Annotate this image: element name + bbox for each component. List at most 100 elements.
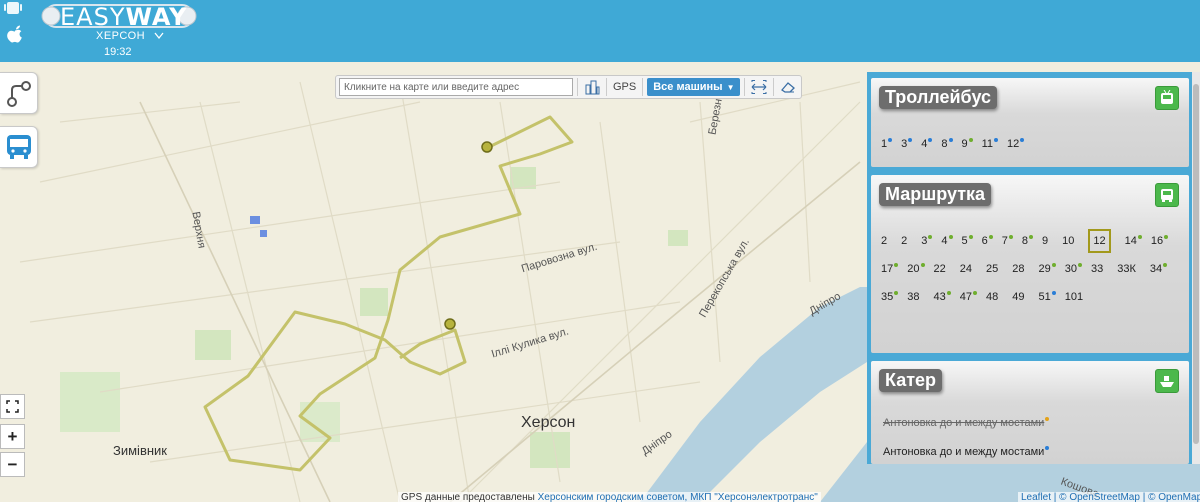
route-item[interactable]: 10 xyxy=(1062,227,1074,255)
route-item[interactable]: 3 xyxy=(921,227,933,255)
route-number: 30 xyxy=(1064,263,1077,275)
route-item[interactable]: 33К xyxy=(1117,255,1136,283)
route-item[interactable]: 8 xyxy=(1021,227,1033,255)
route-item[interactable]: 7 xyxy=(1002,227,1013,255)
fullscreen-button[interactable] xyxy=(0,394,25,419)
route-item[interactable]: 30 xyxy=(1064,255,1082,283)
route-number: 8 xyxy=(1021,235,1028,247)
route-item[interactable]: 35 xyxy=(881,283,899,311)
kater-route-item[interactable]: Антоновка до и между мостами xyxy=(883,417,1050,429)
status-dot xyxy=(908,138,913,142)
route-number: 28 xyxy=(1012,263,1025,275)
android-icon[interactable] xyxy=(4,0,22,18)
route-item[interactable]: 43 xyxy=(934,283,951,311)
kater-route-label: Антоновка до и между мостами xyxy=(883,446,1045,458)
route-item[interactable]: 11 xyxy=(982,130,999,158)
kater-toggle-button[interactable] xyxy=(1155,369,1179,393)
toolbar-divider xyxy=(577,78,578,96)
status-dot xyxy=(1029,235,1033,239)
route-item[interactable]: 9 xyxy=(962,130,973,158)
zoom-out-button[interactable]: − xyxy=(0,452,25,477)
route-item[interactable]: 33 xyxy=(1091,255,1103,283)
route-item-selected[interactable]: 12 xyxy=(1088,229,1111,253)
zoom-in-button[interactable]: + xyxy=(0,424,25,449)
route-item[interactable]: 2 xyxy=(881,227,887,255)
route-item[interactable]: 48 xyxy=(986,283,998,311)
route-item[interactable]: 51 xyxy=(1039,283,1056,311)
route-item[interactable]: 1 xyxy=(881,130,893,158)
status-dot xyxy=(1078,263,1082,267)
city-buildings-button[interactable] xyxy=(582,78,602,96)
logo[interactable]: EASYWAY xyxy=(40,2,198,31)
route-item[interactable]: 38 xyxy=(907,283,919,311)
fit-bounds-button[interactable] xyxy=(749,78,769,96)
clear-button[interactable] xyxy=(778,78,798,96)
route-item[interactable]: 5 xyxy=(961,227,973,255)
route-number: 4 xyxy=(941,235,948,247)
route-item[interactable]: 20 xyxy=(907,255,925,283)
transport-button[interactable] xyxy=(0,126,38,168)
status-dot xyxy=(968,138,973,142)
attribution-link[interactable]: Херсонским городским советом, МКП "Херсо… xyxy=(538,492,818,502)
address-search-input[interactable] xyxy=(339,78,573,96)
app-header: EASYWAY ХЕРСОН 19:32 xyxy=(0,0,1200,62)
route-item[interactable]: 3 xyxy=(901,130,913,158)
trolleybus-section: Троллейбус 1 3 4 8 9 11 12 xyxy=(871,78,1189,167)
route-item[interactable]: 25 xyxy=(986,255,998,283)
route-item[interactable]: 47 xyxy=(960,283,977,311)
search-toolbar: GPS Все машины▼ xyxy=(335,75,803,99)
apple-icon[interactable] xyxy=(4,24,26,48)
route-planner-button[interactable] xyxy=(0,72,38,114)
route-item[interactable]: 17 xyxy=(881,255,899,283)
gps-attribution: GPS данные предоставлены Херсонским горо… xyxy=(398,492,821,502)
kater-route-label: Антоновка до и между мостами xyxy=(883,417,1045,429)
marshrutka-section: Маршрутка 2 2 3 4 5 6 7 8 9 10 12 14 16 17 20 22 24 25 28 2… xyxy=(871,175,1189,353)
attribution-text: GPS данные предоставлены xyxy=(401,492,535,502)
route-icon xyxy=(6,81,31,107)
status-dot xyxy=(894,263,899,267)
route-number: 5 xyxy=(961,235,968,247)
all-cars-label: Все машины xyxy=(653,81,723,93)
route-number: 20 xyxy=(907,263,920,275)
scrollbar-thumb[interactable] xyxy=(1193,84,1199,444)
status-dot xyxy=(920,263,925,267)
section-title: Маршрутка xyxy=(879,183,992,206)
route-item[interactable]: 12 xyxy=(1007,130,1025,158)
marshrutka-toggle-button[interactable] xyxy=(1155,183,1179,207)
route-item[interactable]: 101 xyxy=(1065,283,1083,311)
leaflet-attribution-link[interactable]: Leaflet | © OpenStreetMap | © OpenMap xyxy=(1021,492,1200,502)
route-item[interactable]: 29 xyxy=(1039,255,1056,283)
route-item[interactable]: 4 xyxy=(941,227,953,255)
route-item[interactable]: 16 xyxy=(1150,227,1169,255)
route-number: 22 xyxy=(933,263,946,275)
logo-text-way: WAY xyxy=(125,3,188,31)
status-dot xyxy=(994,138,999,142)
route-item[interactable]: 28 xyxy=(1012,255,1024,283)
all-cars-dropdown[interactable]: Все машины ▼ xyxy=(647,78,741,96)
status-dot xyxy=(946,291,951,295)
route-number: 16 xyxy=(1150,235,1164,247)
status-dot xyxy=(1008,235,1013,239)
expand-arrows-icon xyxy=(751,80,767,94)
route-item[interactable]: 8 xyxy=(941,130,953,158)
route-item[interactable]: 24 xyxy=(960,255,972,283)
route-number: 2 xyxy=(881,235,888,247)
toolbar-divider xyxy=(606,78,607,96)
trolleybus-toggle-button[interactable] xyxy=(1155,86,1179,110)
transport-panel: Троллейбус 1 3 4 8 9 11 12 Маршрутка 223456789… xyxy=(867,72,1200,464)
route-item[interactable]: 9 xyxy=(1042,227,1048,255)
route-item[interactable]: 6 xyxy=(982,227,993,255)
status-dot xyxy=(928,138,933,142)
eraser-icon xyxy=(781,82,796,93)
gps-button[interactable]: GPS xyxy=(611,81,638,93)
route-item[interactable]: 34 xyxy=(1150,255,1168,283)
route-item[interactable]: 49 xyxy=(1012,283,1024,311)
route-item[interactable]: 14 xyxy=(1125,227,1142,255)
route-item[interactable]: 22 xyxy=(934,255,946,283)
kater-route-item[interactable]: Антоновка до и между мостами xyxy=(883,446,1050,458)
city-selector[interactable]: ХЕРСОН xyxy=(96,30,164,42)
panel-scrollbar[interactable] xyxy=(1192,72,1200,464)
route-item[interactable]: 4 xyxy=(921,130,933,158)
logo-text: EASYWAY xyxy=(60,2,188,32)
route-item[interactable]: 2 xyxy=(901,227,907,255)
